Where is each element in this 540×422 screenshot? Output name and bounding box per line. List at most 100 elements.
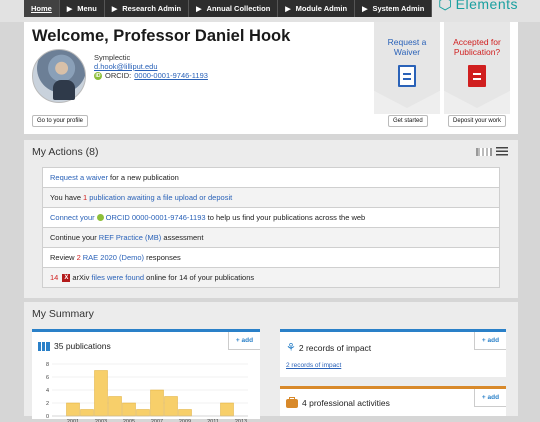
action-text: Review: [50, 253, 75, 262]
action-text: You have: [50, 193, 82, 202]
my-summary-panel: My Summary 35 publications + add 0 2 4 6 8 20…: [24, 302, 518, 422]
chart-bar: [122, 402, 136, 417]
impact-count: 2 records of impact: [298, 342, 372, 353]
top-navigation: Home ▶ Menu ▶ Research Admin ▶ Annual Colle…: [0, 0, 540, 22]
y-tick-label: 6: [46, 375, 49, 381]
go-to-profile-button[interactable]: Go to your profile: [32, 115, 89, 127]
y-tick-label: 4: [46, 388, 49, 394]
avatar: [32, 49, 86, 103]
brand-name: Elements: [455, 0, 518, 12]
avatar-figure: [53, 80, 75, 100]
orcid-icon: [96, 214, 104, 221]
action-text: responses: [146, 253, 181, 262]
ref-practice-link[interactable]: REF Practice (MB): [99, 233, 162, 242]
actions-list: Request a waiver for a new publication Y…: [42, 167, 500, 288]
list-view-icon[interactable]: [496, 147, 508, 156]
y-tick-label: 0: [46, 414, 49, 420]
request-waiver-link[interactable]: Request a waiver: [50, 173, 108, 182]
books-icon: [38, 341, 50, 351]
chart-bar: [164, 396, 178, 417]
publications-count: 35 publications: [54, 341, 111, 351]
deposit-work-button[interactable]: Deposit your work: [448, 115, 507, 127]
orcid-info: iD ORCID: 0000-0001-9746-1193: [94, 71, 208, 80]
document-icon: [398, 65, 416, 87]
request-waiver-tile[interactable]: Request a Waiver: [374, 22, 440, 114]
action-text: to help us find your publications across…: [207, 213, 366, 222]
nav-home[interactable]: Home: [24, 0, 60, 17]
awaiting-upload-link[interactable]: publication awaiting a file upload or de…: [89, 193, 232, 202]
action-text: for a new publication: [110, 173, 179, 182]
user-email-link[interactable]: d.hook@lilliput.edu: [94, 62, 158, 71]
chart-bar: [108, 396, 122, 417]
chart-bar: [178, 409, 192, 417]
brand-logo[interactable]: ⬡ Elements: [438, 0, 518, 14]
chart-bar: [80, 409, 94, 417]
publications-title[interactable]: 35 publications: [38, 341, 111, 351]
publications-chart: 024682001 2003 2005 2007 2009 2011 2013: [46, 362, 248, 422]
professional-title[interactable]: 4 professional activities: [286, 396, 390, 408]
chart-bar: [94, 370, 108, 417]
nav-system-admin[interactable]: ▶ System Admin: [355, 0, 433, 17]
nav-module-admin-label: Module Admin: [295, 4, 348, 13]
publications-card: 35 publications + add 0 2 4 6 8 2001 2003 2005 2…: [32, 329, 260, 422]
impact-card: ⚘ 2 records of impact + add 2 records of …: [280, 329, 506, 377]
impact-records-link[interactable]: 2 records of impact: [286, 362, 341, 369]
impact-title[interactable]: ⚘ 2 records of impact: [286, 341, 371, 354]
y-tick-label: 2: [46, 401, 49, 407]
summary-title: My Summary: [32, 308, 94, 320]
accepted-publication-label: Accepted for Publication?: [453, 37, 501, 57]
nav-research-admin[interactable]: ▶ Research Admin: [105, 0, 190, 17]
nav-annual-collection[interactable]: ▶ Annual Collection: [189, 0, 279, 17]
actions-title: My Actions (8): [32, 146, 99, 158]
chevron-right-icon: ▶: [362, 5, 368, 13]
view-toggle: [476, 147, 508, 156]
my-actions-panel: My Actions (8) Request a waiver for a ne…: [24, 140, 518, 298]
orcid-number-link[interactable]: ORCID 0000-0001-9746-1193: [106, 213, 206, 222]
list-item: Connect your ORCID 0000-0001-9746-1193 to…: [42, 208, 500, 228]
list-item: 14 X arXiv files were found online for 14…: [42, 268, 500, 288]
action-count: 2: [76, 253, 81, 262]
action-text: assessment: [163, 233, 204, 242]
add-impact-button[interactable]: + add: [474, 332, 506, 350]
chevron-right-icon: ▶: [111, 5, 118, 13]
chevron-right-icon: ▶: [285, 5, 291, 13]
y-tick-label: 8: [46, 362, 49, 368]
chart-bar: [66, 402, 80, 417]
rae-responses-link[interactable]: RAE 2020 (Demo): [83, 253, 144, 262]
nav-menu-label: Menu: [77, 4, 97, 13]
document-icon: [468, 65, 486, 87]
action-text: Continue your: [50, 233, 97, 242]
action-count: 1: [83, 193, 88, 202]
orcid-label: ORCID:: [105, 71, 132, 80]
action-count: 14: [50, 273, 59, 282]
hexagon-logo-icon: ⬡: [438, 0, 453, 13]
request-waiver-label: Request a Waiver: [387, 37, 427, 57]
connect-orcid-link[interactable]: Connect your: [50, 213, 95, 222]
chart-bar: [220, 402, 234, 417]
action-text: online for 14 of your publications: [146, 273, 255, 282]
chart-bar: [150, 389, 164, 417]
tile-view-icon[interactable]: [476, 147, 492, 156]
list-item: Continue your REF Practice (MB) assessme…: [42, 228, 500, 248]
professional-activities-card: 4 professional activities + add: [280, 386, 506, 416]
impact-icon: ⚘: [286, 342, 296, 354]
add-professional-activity-button[interactable]: + add: [474, 389, 506, 407]
add-publication-button[interactable]: + add: [228, 332, 260, 350]
nav-system-admin-label: System Admin: [372, 4, 425, 13]
main-menu-bar: Home ▶ Menu ▶ Research Admin ▶ Annual Colle…: [24, 0, 433, 17]
page-title: Welcome, Professor Daniel Hook: [32, 27, 291, 45]
user-organization: Symplectic: [94, 53, 131, 62]
chevron-right-icon: ▶: [196, 5, 202, 13]
action-text: arXiv: [72, 273, 90, 282]
list-item: Review 2 RAE 2020 (Demo) responses: [42, 248, 500, 268]
welcome-panel: Welcome, Professor Daniel Hook Symplecti…: [24, 22, 518, 134]
nav-home-label: Home: [31, 4, 52, 13]
accepted-publication-tile[interactable]: Accepted for Publication?: [444, 22, 510, 114]
list-item: You have 1 publication awaiting a file up…: [42, 188, 500, 208]
nav-module-admin[interactable]: ▶ Module Admin: [278, 0, 356, 17]
orcid-id-link[interactable]: 0000-0001-9746-1193: [134, 71, 208, 80]
nav-menu[interactable]: ▶ Menu: [60, 0, 105, 17]
files-found-link[interactable]: files were found: [92, 273, 145, 282]
orcid-icon: iD: [94, 71, 102, 80]
get-started-button[interactable]: Get started: [388, 115, 428, 127]
